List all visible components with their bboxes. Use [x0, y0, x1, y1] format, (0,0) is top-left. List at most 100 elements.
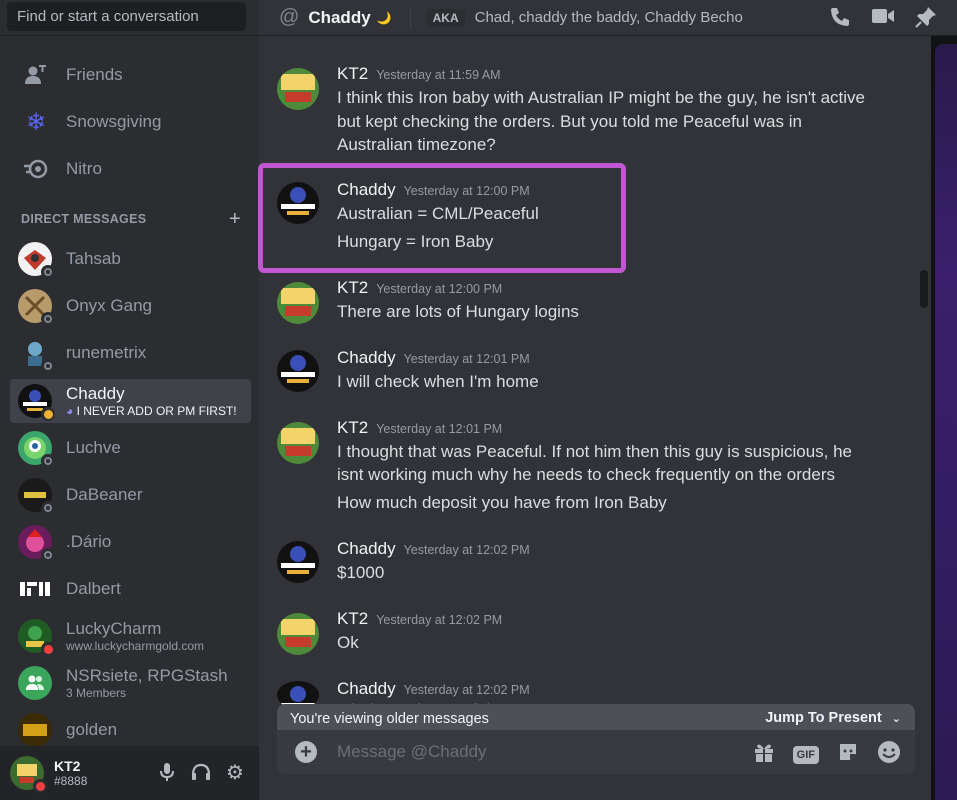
nav-friends[interactable]: Friends — [10, 54, 251, 96]
message-timestamp: Yesterday at 12:00 PM — [376, 282, 503, 296]
message-timestamp: Yesterday at 12:02 PM — [376, 613, 503, 627]
message-text: $1000 — [337, 563, 385, 582]
author-name[interactable]: Chaddy — [337, 348, 396, 367]
message-text: I will check when I'm home — [337, 372, 539, 391]
status-dnd-icon — [41, 642, 55, 656]
avatar — [18, 713, 52, 747]
dm-name: Tahsab — [66, 249, 121, 268]
avatar — [18, 525, 55, 562]
dm-item-runemetrix[interactable]: runemetrix — [10, 331, 251, 375]
nav-nitro[interactable]: Nitro — [10, 148, 251, 190]
avatar — [18, 336, 55, 373]
dm-item-tahsab[interactable]: Tahsab — [10, 237, 251, 281]
message-text: I think this Iron baby with Australian I… — [337, 88, 866, 107]
dm-name: Luchve — [66, 438, 121, 457]
microphone-icon[interactable] — [157, 762, 177, 782]
message-input[interactable]: Message @Chaddy — [337, 742, 487, 762]
user-panel: KT2 #8888 ⚙ — [0, 746, 259, 800]
header-actions — [829, 6, 937, 33]
search-input[interactable]: Find or start a conversation — [7, 2, 246, 31]
emoji-icon[interactable] — [877, 740, 901, 769]
nav-friends-label: Friends — [66, 65, 123, 84]
author-name[interactable]: KT2 — [337, 278, 368, 297]
dm-sidebar: Find or start a conversation Friends ❄ S… — [0, 0, 259, 800]
highlight-box — [258, 163, 626, 273]
message-text: isnt working much why he needs to check … — [337, 465, 835, 484]
avatar — [18, 619, 55, 656]
gear-icon[interactable]: ⚙ — [225, 762, 245, 784]
dm-item-chaddy[interactable]: Chaddy ◕ I NEVER ADD OR PM FIRST! — [10, 379, 251, 423]
message-author[interactable]: Chaddy Yesterday at 12:02 PM — [337, 539, 530, 559]
dm-item-onyx-gang[interactable]: Onyx Gang — [10, 284, 251, 328]
dm-custom-status: ◕ I NEVER ADD OR PM FIRST! — [66, 404, 237, 418]
aka-names: Chad, chaddy the baddy, Chaddy Becho — [474, 9, 743, 26]
message-author[interactable]: Chaddy Yesterday at 12:01 PM — [337, 348, 530, 368]
dm-item-luckycharm[interactable]: LuckyCharm www.luckycharmgold.com — [10, 614, 251, 658]
dm-item-dalbert[interactable]: Dalbert — [10, 567, 251, 611]
pin-icon[interactable] — [915, 6, 937, 33]
discord-app: Find or start a conversation Friends ❄ S… — [0, 0, 957, 800]
message-timestamp: Yesterday at 12:02 PM — [403, 543, 530, 557]
author-name[interactable]: KT2 — [337, 609, 368, 628]
nav-nitro-label: Nitro — [66, 159, 102, 178]
voice-call-icon[interactable] — [829, 6, 851, 33]
direct-messages-header: DIRECT MESSAGES + — [21, 208, 241, 230]
author-name[interactable]: KT2 — [337, 418, 368, 437]
channel-header: @ Chaddy 🌙 AKA Chad, chaddy the baddy, C… — [259, 0, 957, 36]
avatar — [18, 384, 55, 421]
dm-item-dario[interactable]: .Dário — [10, 520, 251, 564]
status-offline-icon — [41, 454, 55, 468]
status-offline-icon — [41, 312, 55, 326]
message-timestamp: Yesterday at 12:02 PM — [403, 683, 530, 697]
aka-badge: AKA — [426, 8, 465, 27]
author-name[interactable]: Chaddy — [337, 539, 396, 558]
message-text: Ok — [337, 633, 359, 652]
headphones-icon[interactable] — [191, 762, 211, 782]
snowflake-icon: ❄ — [25, 108, 47, 136]
dm-name: DaBeaner — [66, 485, 143, 504]
gift-icon[interactable] — [753, 741, 775, 768]
sticker-icon[interactable] — [837, 741, 859, 768]
avatar — [18, 666, 52, 700]
user-tag: #8888 — [54, 774, 88, 788]
user-panel-controls: ⚙ — [157, 762, 245, 784]
dm-name: NSRsiete, RPGStash — [66, 666, 228, 685]
video-call-icon[interactable] — [871, 6, 895, 33]
rpg-stash-avatar[interactable] — [277, 282, 319, 324]
nav-snowsgiving[interactable]: ❄ Snowsgiving — [10, 101, 251, 143]
user-avatar[interactable] — [10, 756, 47, 793]
scrollbar-thumb[interactable] — [920, 270, 928, 308]
status-idle-icon — [41, 407, 55, 421]
message-author[interactable]: KT2 Yesterday at 11:59 AM — [337, 64, 501, 84]
gif-button[interactable]: GIF — [792, 745, 819, 764]
dm-item-dabeaner[interactable]: DaBeaner — [10, 473, 251, 517]
rpg-stash-avatar[interactable] — [277, 613, 319, 655]
author-name[interactable]: Chaddy — [337, 679, 396, 698]
attach-plus-button[interactable]: + — [295, 741, 317, 763]
rpg-stash-avatar[interactable] — [277, 422, 319, 464]
friends-icon — [22, 61, 50, 89]
status-offline-icon — [41, 265, 55, 279]
dm-name: Onyx Gang — [66, 296, 152, 315]
rpg-stash-avatar[interactable] — [277, 68, 319, 110]
user-name: KT2 — [54, 758, 81, 774]
message-author[interactable]: Chaddy Yesterday at 12:02 PM — [337, 679, 530, 699]
search-bar: Find or start a conversation — [0, 0, 259, 36]
channel-title[interactable]: Chaddy — [308, 8, 370, 28]
author-name[interactable]: KT2 — [337, 64, 368, 83]
dm-item-luchve[interactable]: Luchve — [10, 426, 251, 470]
message-author[interactable]: KT2 Yesterday at 12:01 PM — [337, 418, 502, 438]
message-text: but kept checking the orders. But you to… — [337, 112, 802, 131]
boosted-avatar[interactable] — [277, 350, 319, 392]
dm-name: runemetrix — [66, 343, 147, 362]
message-author[interactable]: KT2 Yesterday at 12:00 PM — [337, 278, 502, 298]
dm-item-group-nsrsiete-rpgstash[interactable]: NSRsiete, RPGStash 3 Members — [10, 661, 251, 705]
boosted-avatar[interactable] — [277, 541, 319, 583]
composer-actions: GIF — [753, 740, 901, 769]
create-dm-plus-icon[interactable]: + — [229, 208, 241, 231]
idle-moon-icon: 🌙 — [376, 10, 392, 25]
message-author[interactable]: KT2 Yesterday at 12:02 PM — [337, 609, 502, 629]
avatar — [18, 478, 55, 515]
chevron-down-icon: ⌄ — [891, 713, 901, 725]
jump-to-present-button[interactable]: Jump To Present ⌄ — [765, 710, 901, 726]
